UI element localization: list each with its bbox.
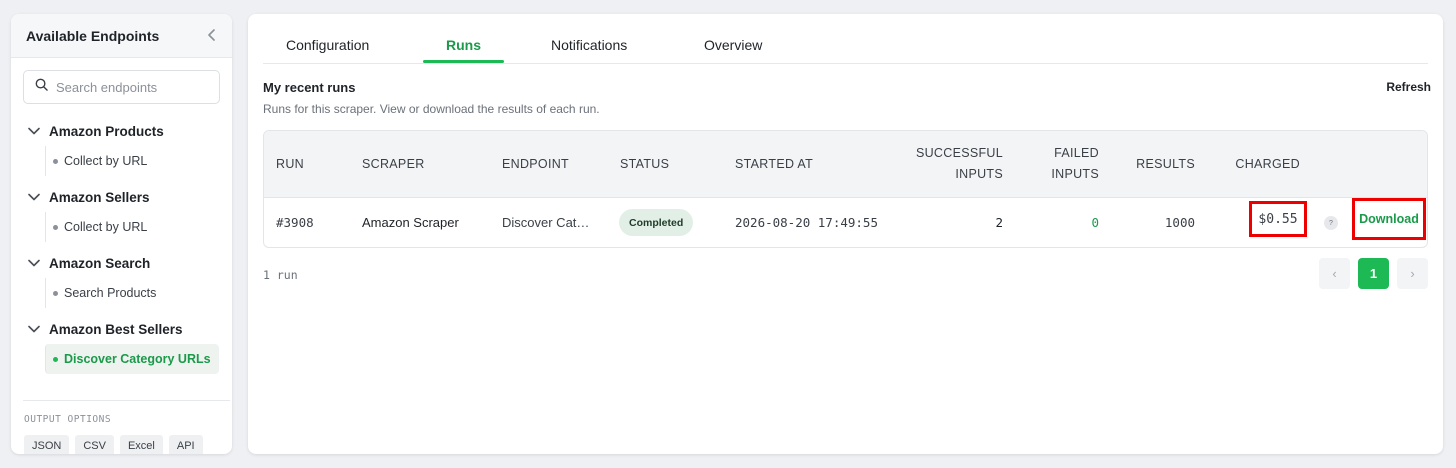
help-icon[interactable]: ? — [1324, 216, 1338, 230]
group-label: Amazon Products — [49, 123, 164, 139]
download-button[interactable]: Download — [1352, 198, 1426, 240]
column-header-scraper: SCRAPER — [362, 157, 425, 171]
group-header-amazon-products[interactable]: Amazon Products — [11, 120, 232, 142]
refresh-button[interactable]: Refresh — [1386, 80, 1431, 94]
column-header-results: RESULTS — [1136, 157, 1195, 171]
failed-inputs: 0 — [1091, 215, 1099, 230]
group-header-amazon-sellers[interactable]: Amazon Sellers — [11, 186, 232, 208]
bullet-dot — [53, 290, 58, 296]
section-title: My recent runs — [263, 80, 356, 95]
prev-page-button[interactable]: ‹ — [1319, 258, 1350, 289]
column-header-status: STATUS — [620, 157, 670, 171]
header-line: INPUTS — [1051, 167, 1099, 181]
table-row: #3908 Amazon Scraper Discover Cat… Compl… — [264, 198, 1427, 247]
endpoint-groups: Amazon Products Collect by URL Amazon Se… — [11, 120, 232, 384]
sidebar-title: Available Endpoints — [26, 27, 160, 44]
endpoint-group: Amazon Best Sellers Discover Category UR… — [11, 318, 232, 374]
started-at: 2026-08-20 17:49:55 — [735, 215, 878, 230]
results-count: 1000 — [1164, 215, 1195, 230]
header-line: FAILED — [1054, 146, 1099, 160]
output-csv-button[interactable]: CSV — [75, 435, 114, 454]
column-header-run: RUN — [276, 157, 304, 171]
sidebar-header: Available Endpoints — [11, 14, 232, 58]
sidebar-item-label: Collect by URL — [64, 220, 148, 234]
endpoint-group: Amazon Search Search Products — [11, 252, 232, 308]
sidebar-item-label: Search Products — [64, 286, 157, 300]
chevron-down-icon — [28, 193, 42, 201]
table-header: RUN SCRAPER ENDPOINT STATUS STARTED AT S… — [264, 131, 1427, 198]
run-id: #3908 — [276, 215, 314, 230]
active-tab-indicator — [423, 60, 504, 63]
group-label: Amazon Sellers — [49, 189, 150, 205]
chevron-down-icon — [28, 259, 42, 267]
endpoint-group: Amazon Products Collect by URL — [11, 120, 232, 176]
successful-inputs: 2 — [995, 215, 1003, 230]
header-line: INPUTS — [955, 167, 1003, 181]
group-label: Amazon Search — [49, 255, 151, 271]
chevron-down-icon — [28, 325, 42, 333]
output-options: JSON CSV Excel API — [24, 435, 203, 454]
output-api-button[interactable]: API — [168, 435, 203, 454]
section-subtitle: Runs for this scraper. View or download … — [263, 102, 600, 116]
collapse-sidebar-icon[interactable] — [207, 28, 217, 44]
output-options-label: OUTPUT OPTIONS — [24, 414, 112, 425]
sidebar-item-label: Discover Category URLs — [64, 352, 211, 366]
tab-configuration[interactable]: Configuration — [286, 37, 369, 53]
search-icon — [35, 78, 48, 96]
column-header-endpoint: ENDPOINT — [502, 157, 569, 171]
chevron-down-icon — [28, 127, 42, 135]
endpoint-name: Discover Cat… — [502, 215, 590, 230]
sidebar-item-label: Collect by URL — [64, 154, 148, 168]
output-excel-button[interactable]: Excel — [119, 435, 163, 454]
tab-notifications[interactable]: Notifications — [551, 37, 627, 53]
column-header-failed-inputs: FAILED INPUTS — [1051, 143, 1099, 185]
header-line: SUCCESSFUL — [915, 146, 1003, 160]
scraper-name: Amazon Scraper — [362, 215, 459, 230]
group-header-amazon-search[interactable]: Amazon Search — [11, 252, 232, 274]
bullet-dot — [53, 158, 58, 164]
sidebar-item-discover-category-urls[interactable]: Discover Category URLs — [45, 344, 219, 374]
bullet-dot — [53, 356, 58, 362]
next-page-button[interactable]: › — [1397, 258, 1428, 289]
sidebar-divider — [23, 400, 230, 401]
search-endpoints-input[interactable] — [56, 79, 216, 95]
pagination: ‹ 1 › — [1319, 258, 1428, 289]
tab-overview[interactable]: Overview — [704, 37, 762, 53]
endpoints-sidebar: Available Endpoints Amazon Products Coll… — [11, 14, 232, 454]
sidebar-item-collect-by-url[interactable]: Collect by URL — [45, 146, 219, 176]
column-header-successful-inputs: SUCCESSFUL INPUTS — [916, 143, 1003, 185]
run-count: 1 run — [263, 268, 298, 282]
sidebar-item-collect-by-url[interactable]: Collect by URL — [45, 212, 219, 242]
column-header-charged: CHARGED — [1235, 157, 1300, 171]
charged-amount: $0.55 — [1249, 201, 1307, 237]
endpoint-group: Amazon Sellers Collect by URL — [11, 186, 232, 242]
tab-bar: Configuration Runs Notifications Overvie… — [263, 14, 1428, 64]
group-header-amazon-best-sellers[interactable]: Amazon Best Sellers — [11, 318, 232, 340]
runs-table: RUN SCRAPER ENDPOINT STATUS STARTED AT S… — [263, 130, 1428, 248]
sidebar-item-search-products[interactable]: Search Products — [45, 278, 219, 308]
page-1-button[interactable]: 1 — [1358, 258, 1389, 289]
group-label: Amazon Best Sellers — [49, 321, 183, 337]
status-badge: Completed — [619, 209, 694, 236]
main-panel: Configuration Runs Notifications Overvie… — [248, 14, 1443, 454]
column-header-started-at: STARTED AT — [735, 157, 814, 171]
search-endpoints-box[interactable] — [23, 70, 220, 104]
tab-runs[interactable]: Runs — [446, 37, 481, 53]
bullet-dot — [53, 224, 58, 230]
output-json-button[interactable]: JSON — [24, 435, 70, 454]
